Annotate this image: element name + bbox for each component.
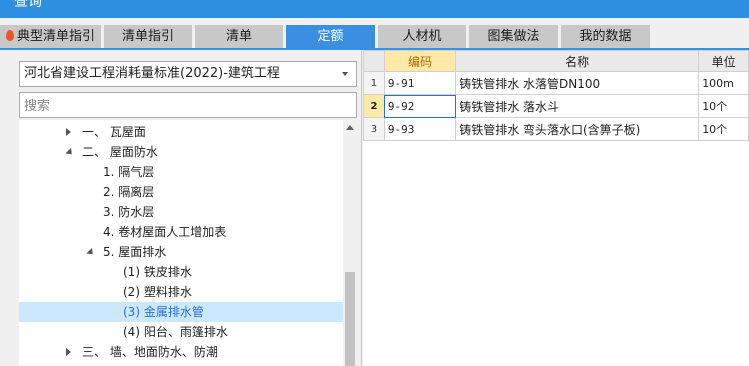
row-index: 2: [363, 94, 385, 118]
expand-icon[interactable]: [66, 128, 71, 136]
tab-strip: 典型清单指引 清单指引 清单 定额 人材机 图集做法 我的数据: [0, 18, 749, 50]
table-row[interactable]: 3 9-93 铸铁管排水 弯头落水口(含箅子板) 10个: [363, 117, 749, 141]
collapse-icon[interactable]: [86, 247, 96, 258]
flame-icon: [5, 30, 14, 41]
tree-node[interactable]: 2. 隔离层: [19, 182, 343, 202]
collapse-icon[interactable]: [65, 147, 75, 158]
table-row-current[interactable]: 2 9-92 铸铁管排水 落水斗 10个: [363, 94, 749, 118]
tab-typical-bill-guide[interactable]: 典型清单指引: [0, 25, 101, 49]
quota-code-cell[interactable]: 9-91: [383, 71, 457, 95]
quota-code-cell[interactable]: 9-92: [383, 94, 457, 118]
column-header-name[interactable]: 名称: [455, 50, 700, 72]
window-title-bar: 查询: [0, 0, 749, 18]
left-panel: 河北省建设工程消耗量标准(2022)-建筑工程 一、 瓦屋面 二、 屋面防水 1…: [0, 50, 362, 366]
tree-node[interactable]: 4. 卷材屋面人工增加表: [19, 222, 343, 242]
quota-unit-cell[interactable]: 10个: [698, 117, 749, 141]
quota-table-panel: 编码 名称 单位 1 9-91 铸铁管排水 水落管DN100 100m 2 9-…: [363, 50, 749, 366]
library-select[interactable]: 河北省建设工程消耗量标准(2022)-建筑工程: [19, 61, 357, 87]
tree-node[interactable]: 三、 墙、地面防水、防潮: [19, 342, 343, 362]
tree-node[interactable]: (1) 铁皮排水: [19, 262, 343, 282]
tab-quota[interactable]: 定额: [286, 25, 375, 49]
row-index-header: [363, 50, 385, 72]
tab-labor-material-machine[interactable]: 人材机: [378, 25, 466, 49]
tree-node[interactable]: 5. 屋面排水: [19, 242, 343, 262]
tab-atlas-methods[interactable]: 图集做法: [469, 25, 558, 49]
tree-node[interactable]: 二、 屋面防水: [19, 142, 343, 162]
tab-bill-guide[interactable]: 清单指引: [104, 25, 192, 49]
quota-name-cell[interactable]: 铸铁管排水 水落管DN100: [455, 71, 700, 95]
quota-name-cell[interactable]: 铸铁管排水 弯头落水口(含箅子板): [455, 117, 700, 141]
tree-node[interactable]: (2) 塑料排水: [19, 282, 343, 302]
search-input[interactable]: [19, 92, 357, 118]
window-title: 查询: [14, 0, 42, 10]
chevron-down-icon[interactable]: [342, 72, 348, 76]
tree-node-selected[interactable]: (3) 金属排水管: [19, 302, 343, 322]
tree-scrollbar[interactable]: [343, 120, 357, 366]
tree-node[interactable]: 1. 隔气层: [19, 162, 343, 182]
quota-table: 编码 名称 单位 1 9-91 铸铁管排水 水落管DN100 100m 2 9-…: [363, 50, 749, 141]
table-header-row: 编码 名称 单位: [363, 50, 749, 72]
library-select-value: 河北省建设工程消耗量标准(2022)-建筑工程: [24, 66, 280, 81]
tree-node[interactable]: 3. 防水层: [19, 202, 343, 222]
tab-bill[interactable]: 清单: [195, 25, 283, 49]
scroll-up-icon[interactable]: [346, 125, 354, 130]
table-row[interactable]: 1 9-91 铸铁管排水 水落管DN100 100m: [363, 71, 749, 95]
scrollbar-thumb[interactable]: [345, 272, 355, 366]
quota-unit-cell[interactable]: 100m: [698, 71, 749, 95]
quota-unit-cell[interactable]: 10个: [698, 94, 749, 118]
column-header-unit[interactable]: 单位: [698, 50, 749, 72]
column-header-code[interactable]: 编码: [383, 50, 457, 72]
row-index: 3: [363, 117, 385, 141]
chapter-tree: 一、 瓦屋面 二、 屋面防水 1. 隔气层 2. 隔离层 3. 防水层 4. 卷…: [19, 120, 343, 366]
quota-code-cell[interactable]: 9-93: [383, 117, 457, 141]
quota-name-cell[interactable]: 铸铁管排水 落水斗: [455, 94, 700, 118]
expand-icon[interactable]: [66, 348, 71, 356]
row-index: 1: [363, 71, 385, 95]
tab-my-data[interactable]: 我的数据: [561, 25, 650, 49]
tree-node[interactable]: (4) 阳台、雨篷排水: [19, 322, 343, 342]
tree-node[interactable]: 一、 瓦屋面: [19, 122, 343, 142]
